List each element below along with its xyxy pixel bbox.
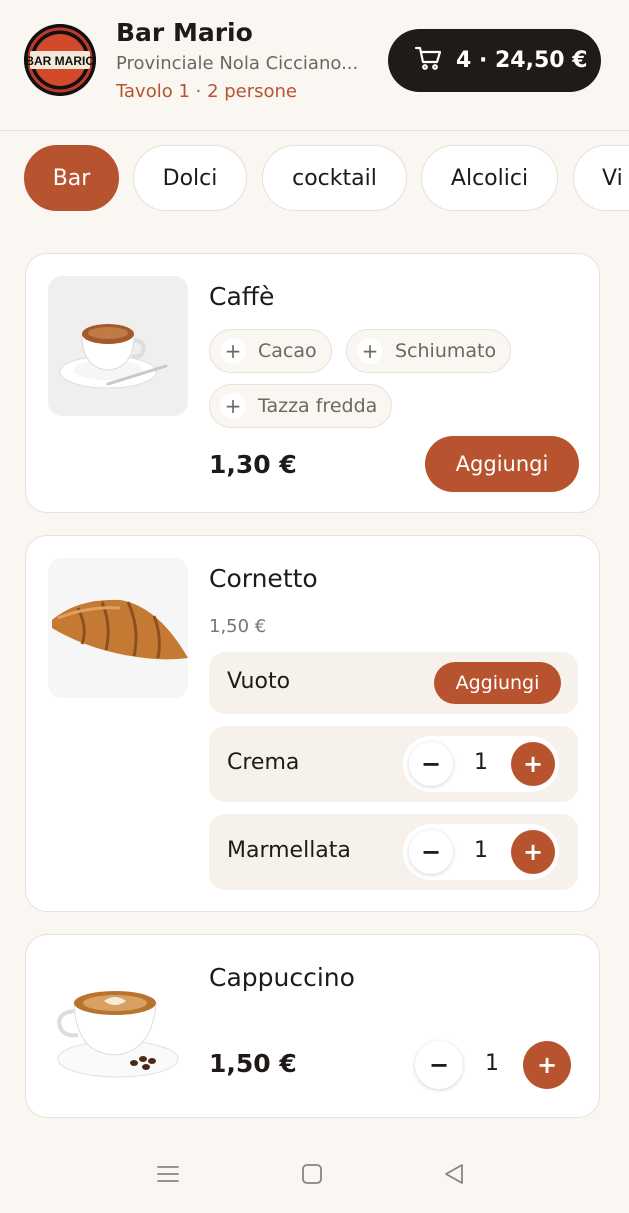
add-button[interactable]: Aggiungi	[434, 662, 561, 704]
cart-summary: 4 · 24,50 €	[456, 48, 588, 73]
item-price: 1,50 €	[209, 1049, 297, 1078]
tab-bar[interactable]: Bar	[24, 145, 119, 211]
option-chip-schiumato[interactable]: + Schiumato	[346, 329, 512, 373]
quantity-value: 1	[485, 1051, 499, 1076]
option-chip-cacao[interactable]: + Cacao	[209, 329, 332, 373]
system-nav-bar	[0, 1140, 629, 1213]
variant-row: Vuoto Aggiungi	[209, 652, 578, 714]
item-price: 1,30 €	[209, 450, 297, 479]
item-price: 1,50 €	[209, 616, 267, 637]
svg-text:BAR MARIO: BAR MARIO	[25, 54, 94, 68]
quantity-stepper: − 1 +	[409, 1035, 577, 1095]
decrease-button[interactable]: −	[409, 830, 453, 874]
variant-row: Marmellata − 1 +	[209, 814, 578, 890]
variant-label: Crema	[227, 750, 300, 775]
option-label: Tazza fredda	[258, 395, 378, 417]
menu-item-card: Cornetto 1,50 € Vuoto Aggiungi Crema − 1…	[25, 535, 600, 912]
variant-label: Vuoto	[227, 669, 291, 694]
espresso-image	[48, 276, 188, 416]
plus-icon: +	[220, 338, 246, 364]
quantity-stepper: − 1 +	[403, 824, 559, 880]
increase-button[interactable]: +	[523, 1041, 571, 1089]
add-button[interactable]: Aggiungi	[425, 436, 579, 492]
decrease-button[interactable]: −	[415, 1041, 463, 1089]
plus-icon: +	[357, 338, 383, 364]
cart-button[interactable]: 4 · 24,50 €	[388, 29, 601, 92]
category-tabs: Bar Dolci cocktail Alcolici Vi	[24, 145, 629, 211]
back-triangle-icon[interactable]	[442, 1162, 466, 1190]
increase-button[interactable]: +	[511, 830, 555, 874]
increase-button[interactable]: +	[511, 742, 555, 786]
cart-icon	[414, 44, 442, 78]
item-name: Cornetto	[209, 564, 318, 593]
table-info: Tavolo 1 · 2 persone	[116, 81, 298, 102]
variant-row: Crema − 1 +	[209, 726, 578, 802]
venue-address: Provinciale Nola Cicciano...	[116, 53, 359, 74]
variant-label: Marmellata	[227, 838, 351, 863]
item-name: Cappuccino	[209, 963, 355, 992]
quantity-value: 1	[474, 750, 488, 775]
option-chip-tazza-fredda[interactable]: + Tazza fredda	[209, 384, 393, 428]
home-square-icon[interactable]	[300, 1162, 324, 1190]
option-label: Schiumato	[395, 340, 497, 362]
croissant-image	[48, 558, 188, 698]
tab-cocktail[interactable]: cocktail	[262, 145, 407, 211]
plus-icon: +	[220, 393, 246, 419]
menu-icon[interactable]	[156, 1162, 180, 1190]
app-header: BAR MARIO Bar Mario Provinciale Nola Cic…	[0, 0, 629, 131]
option-label: Cacao	[258, 340, 317, 362]
menu-item-card: Cappuccino 1,50 € − 1 +	[25, 934, 600, 1118]
venue-logo: BAR MARIO	[24, 24, 96, 96]
tab-dolci[interactable]: Dolci	[133, 145, 247, 211]
decrease-button[interactable]: −	[409, 742, 453, 786]
tab-vini[interactable]: Vi	[573, 145, 629, 211]
venue-name: Bar Mario	[116, 18, 253, 47]
menu-item-card: Caffè + Cacao + Schiumato + Tazza fredda…	[25, 253, 600, 513]
cappuccino-image	[48, 957, 188, 1097]
quantity-stepper: − 1 +	[403, 736, 559, 792]
item-name: Caffè	[209, 282, 275, 311]
tab-alcolici[interactable]: Alcolici	[421, 145, 558, 211]
quantity-value: 1	[474, 838, 488, 863]
